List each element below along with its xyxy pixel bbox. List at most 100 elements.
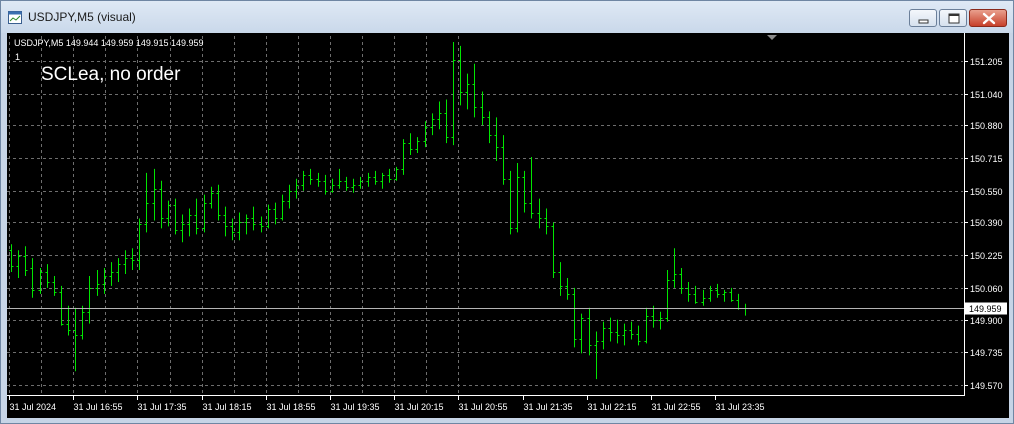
ohlc-bar bbox=[615, 319, 620, 344]
ohlc-bar bbox=[594, 331, 599, 380]
ohlc-bar bbox=[686, 281, 691, 302]
ohlc-bar bbox=[736, 293, 741, 310]
ohlc-bar bbox=[636, 325, 641, 346]
ohlc-bar bbox=[45, 264, 50, 288]
ohlc-bar bbox=[487, 111, 492, 144]
ohlc-bar bbox=[301, 170, 306, 191]
time-tick-label: 31 Jul 22:55 bbox=[652, 402, 701, 412]
ohlc-bar bbox=[23, 246, 28, 276]
ea-comment: SCLea, no order bbox=[41, 64, 181, 85]
price-tick-label: 151.205 bbox=[970, 57, 1003, 67]
ohlc-bar bbox=[16, 250, 21, 278]
ohlc-bar bbox=[701, 289, 706, 306]
ohlc-bar bbox=[608, 317, 613, 342]
chart-area[interactable]: 151.205 151.040 150.880 150.715 150.550 150.3… bbox=[7, 33, 1009, 418]
time-tick-label: 31 Jul 20:55 bbox=[459, 402, 508, 412]
close-button[interactable] bbox=[969, 9, 1007, 27]
ohlc-bar bbox=[144, 172, 149, 233]
current-price-label: 149.959 bbox=[969, 304, 1002, 314]
time-tick-label: 31 Jul 18:55 bbox=[267, 402, 316, 412]
ohlc-bar bbox=[273, 202, 278, 225]
ohlc-bar bbox=[266, 204, 271, 229]
time-tick-label: 31 Jul 16:55 bbox=[74, 402, 123, 412]
time-tick-label: 31 Jul 17:35 bbox=[138, 402, 187, 412]
ohlc-bar bbox=[351, 178, 356, 193]
ohlc-bar bbox=[587, 307, 592, 356]
ohlc-bar bbox=[230, 218, 235, 241]
chart-shift-marker bbox=[767, 35, 777, 40]
ohlc-bar bbox=[665, 270, 670, 322]
time-tick-label: 31 Jul 2024 bbox=[10, 402, 57, 412]
ohlc-bar bbox=[116, 258, 121, 282]
chart-info-line: USDJPY,M5 149.944 149.959 149.915 149.95… bbox=[14, 38, 204, 48]
price-tick-label: 150.715 bbox=[970, 154, 1003, 164]
ohlc-bar bbox=[259, 216, 264, 233]
ohlc-bar bbox=[123, 250, 128, 275]
ohlc-bar bbox=[544, 208, 549, 235]
price-chart[interactable]: 151.205 151.040 150.880 150.715 150.550 150.3… bbox=[7, 33, 1009, 418]
ohlc-bar bbox=[629, 321, 634, 340]
ohlc-bar bbox=[387, 168, 392, 183]
title-bar[interactable]: USDJPY,M5 (visual) bbox=[1, 1, 1013, 33]
ohlc-bar bbox=[337, 168, 342, 189]
ohlc-bar bbox=[515, 162, 520, 233]
ohlc-bar bbox=[9, 244, 14, 273]
ohlc-bar bbox=[202, 194, 207, 233]
time-tick-label: 31 Jul 19:35 bbox=[331, 402, 380, 412]
ohlc-bar bbox=[330, 178, 335, 193]
ohlc-bar bbox=[572, 287, 577, 348]
ohlc-bar bbox=[358, 176, 363, 189]
ohlc-bar bbox=[529, 156, 534, 219]
chart-sub-index: 1 bbox=[15, 52, 21, 62]
ohlc-bar bbox=[30, 258, 35, 298]
ohlc-bar bbox=[130, 248, 135, 271]
time-tick-label: 31 Jul 23:35 bbox=[716, 402, 765, 412]
ohlc-bar bbox=[287, 184, 292, 209]
ohlc-bar bbox=[722, 289, 727, 302]
ohlc-bar bbox=[137, 218, 142, 271]
ohlc-bar bbox=[472, 63, 477, 118]
price-tick-label: 149.900 bbox=[970, 316, 1003, 326]
ohlc-bar bbox=[458, 45, 463, 106]
ohlc-bar bbox=[622, 323, 627, 346]
price-tick-label: 150.390 bbox=[970, 218, 1003, 228]
ohlc-bar bbox=[294, 178, 299, 199]
ohlc-bar bbox=[87, 275, 92, 324]
ohlc-bar bbox=[693, 285, 698, 304]
ohlc-bar bbox=[194, 198, 199, 235]
ohlc-bar bbox=[323, 174, 328, 195]
close-icon bbox=[982, 12, 996, 25]
ohlc-bar bbox=[180, 214, 185, 243]
ohlc-bar bbox=[415, 137, 420, 154]
ohlc-bar bbox=[173, 198, 178, 235]
ohlc-bar bbox=[401, 139, 406, 175]
price-tick-label: 149.735 bbox=[970, 348, 1003, 358]
price-tick-label: 150.225 bbox=[970, 251, 1003, 261]
price-tick-label: 150.060 bbox=[970, 284, 1003, 294]
ohlc-bar bbox=[451, 41, 456, 146]
ohlc-bar bbox=[430, 113, 435, 136]
ohlc-bar bbox=[244, 214, 249, 235]
ohlc-bar bbox=[223, 206, 228, 237]
minimize-icon bbox=[918, 19, 929, 24]
maximize-button[interactable] bbox=[939, 9, 967, 27]
ohlc-bar bbox=[308, 168, 313, 185]
ohlc-bar bbox=[679, 268, 684, 294]
ohlc-bar bbox=[251, 206, 256, 231]
ohlc-bar bbox=[95, 270, 100, 296]
ohlc-bar bbox=[373, 170, 378, 185]
ohlc-bar bbox=[344, 176, 349, 191]
time-tick-label: 31 Jul 21:35 bbox=[524, 402, 573, 412]
window-title: USDJPY,M5 (visual) bbox=[28, 10, 136, 24]
ohlc-bar bbox=[601, 321, 606, 350]
minimize-button[interactable] bbox=[909, 9, 937, 27]
ohlc-bar bbox=[558, 262, 563, 296]
ohlc-bar bbox=[209, 186, 214, 209]
ohlc-bar bbox=[651, 305, 656, 328]
price-tick-label: 151.040 bbox=[970, 90, 1003, 100]
time-tick-label: 31 Jul 18:15 bbox=[203, 402, 252, 412]
maximize-icon bbox=[948, 13, 960, 24]
chart-window-icon bbox=[8, 11, 22, 24]
ohlc-bar bbox=[743, 303, 748, 316]
ohlc-bar bbox=[465, 73, 470, 110]
